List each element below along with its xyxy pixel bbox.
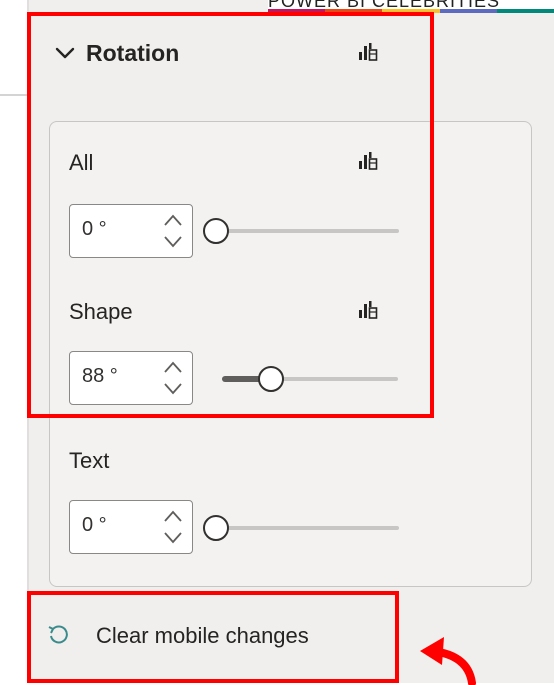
left-canvas-edge	[0, 0, 27, 683]
brand-color-bar	[268, 9, 554, 13]
brand-color-3	[382, 9, 440, 13]
chevron-down-icon[interactable]	[55, 44, 75, 62]
annotation-arrow-icon	[420, 637, 476, 685]
brand-color-1	[268, 9, 326, 13]
all-rotation-value[interactable]: 0 °	[82, 218, 107, 241]
all-rotation-spinner[interactable]: 0 °	[69, 204, 193, 258]
text-rotation-value[interactable]: 0 °	[82, 514, 107, 537]
slider-thumb[interactable]	[258, 366, 284, 392]
reset-icon[interactable]	[47, 623, 71, 647]
all-label: All	[69, 150, 94, 175]
conditional-format-icon[interactable]	[357, 150, 379, 172]
brand-logo: POWER BI CELEBRITIES	[268, 0, 554, 13]
shape-rotation-value[interactable]: 88 °	[82, 365, 118, 388]
divider	[0, 94, 27, 96]
text-rotation-slider[interactable]	[203, 513, 399, 543]
slider-track[interactable]	[203, 526, 399, 530]
slider-track[interactable]	[203, 229, 399, 233]
conditional-format-icon[interactable]	[357, 299, 379, 321]
brand-color-5	[496, 9, 554, 13]
brand-color-2	[325, 9, 383, 13]
shape-rotation-slider[interactable]	[222, 364, 398, 394]
conditional-format-icon[interactable]	[357, 41, 379, 63]
rotation-section-title[interactable]: Rotation	[86, 40, 179, 67]
text-label: Text	[69, 448, 110, 473]
all-rotation-slider[interactable]	[203, 216, 399, 246]
brand-color-4	[439, 9, 497, 13]
spinner-arrows-icon[interactable]	[162, 211, 184, 251]
spinner-arrows-icon[interactable]	[162, 507, 184, 547]
slider-thumb[interactable]	[203, 515, 229, 541]
slider-thumb[interactable]	[203, 218, 229, 244]
clear-mobile-changes-label[interactable]: Clear mobile changes	[96, 623, 309, 649]
shape-label: Shape	[69, 299, 133, 324]
shape-rotation-spinner[interactable]: 88 °	[69, 351, 193, 405]
spinner-arrows-icon[interactable]	[162, 358, 184, 398]
text-rotation-spinner[interactable]: 0 °	[69, 500, 193, 554]
